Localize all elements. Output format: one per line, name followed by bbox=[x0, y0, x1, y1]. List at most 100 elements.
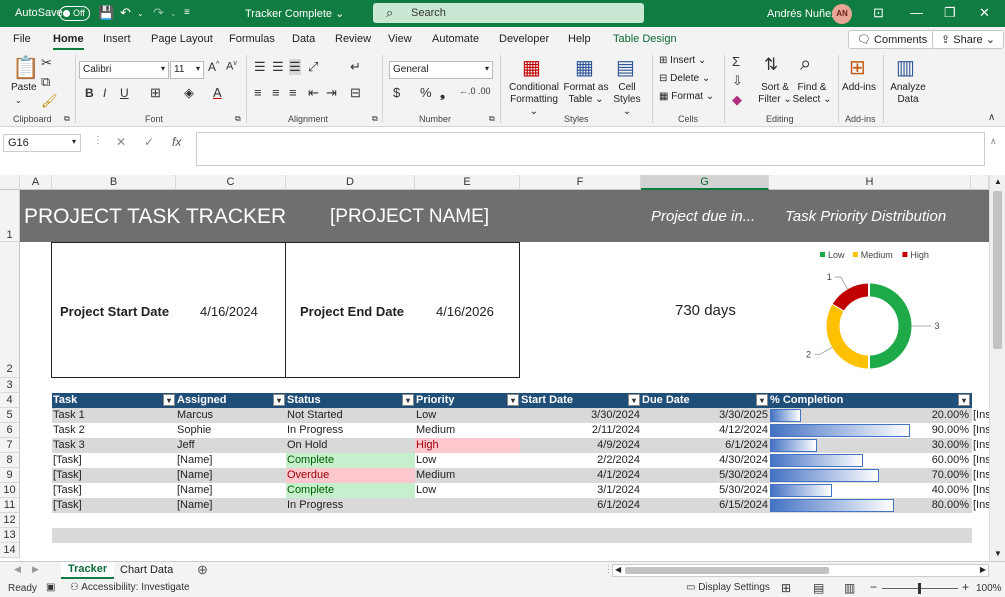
redo-dropdown-icon[interactable]: ⌄ bbox=[170, 9, 177, 18]
wrap-text-icon[interactable]: ↵ bbox=[350, 59, 361, 75]
cell-due-date[interactable]: 6/1/2024 bbox=[642, 439, 768, 451]
col-header-next[interactable] bbox=[971, 175, 989, 190]
filter-dropdown-icon[interactable]: ▾ bbox=[402, 394, 414, 406]
sort-filter-button[interactable]: Sort & Filter ⌄ bbox=[757, 82, 793, 106]
percent-icon[interactable]: % bbox=[420, 85, 432, 100]
cell-styles-icon[interactable]: ▤ bbox=[616, 55, 635, 80]
cell-completion[interactable]: 40.00% bbox=[770, 484, 969, 496]
cell-completion[interactable]: 90.00% bbox=[770, 424, 969, 436]
row-header-13[interactable]: 13 bbox=[0, 528, 20, 543]
filter-dropdown-icon[interactable]: ▾ bbox=[958, 394, 970, 406]
cell-status[interactable]: Complete bbox=[287, 454, 334, 466]
italic-icon[interactable]: I bbox=[103, 86, 106, 100]
dialog-launcher-icon[interactable]: ⧉ bbox=[64, 114, 70, 124]
analyze-data-button[interactable]: Analyze Data bbox=[888, 82, 928, 106]
table-row[interactable]: Task 3 Jeff On Hold High 4/9/2024 6/1/2024 30.… bbox=[52, 438, 991, 453]
row-header-11[interactable]: 11 bbox=[0, 498, 20, 513]
accessibility-indicator[interactable]: ⚇ Accessibility: Investigate bbox=[70, 582, 190, 593]
filter-dropdown-icon[interactable]: ▾ bbox=[163, 394, 175, 406]
insert-function-icon[interactable]: fx bbox=[172, 135, 181, 149]
merge-center-icon[interactable]: ⊟ bbox=[350, 85, 361, 101]
cell-start-date[interactable]: 2/11/2024 bbox=[521, 424, 640, 436]
cell-start-date[interactable]: 4/9/2024 bbox=[521, 439, 640, 451]
cell-start-date[interactable]: 3/1/2024 bbox=[521, 484, 640, 496]
comma-style-icon[interactable]: ❟ bbox=[440, 85, 445, 101]
cell-status[interactable]: In Progress bbox=[287, 499, 343, 511]
redo-icon[interactable]: ↷ bbox=[153, 5, 164, 21]
save-icon[interactable]: 💾 bbox=[98, 5, 114, 21]
undo-icon[interactable]: ↶ bbox=[120, 5, 131, 21]
customize-qat-icon[interactable]: ≡ bbox=[184, 7, 190, 18]
sheet-tab-chart-data[interactable]: Chart Data bbox=[120, 564, 173, 576]
cell-completion[interactable]: 20.00% bbox=[770, 409, 969, 421]
page-break-view-icon[interactable]: ▥ bbox=[844, 581, 855, 595]
cell-assigned[interactable]: Sophie bbox=[177, 424, 211, 436]
align-bottom-icon[interactable]: ☰ bbox=[289, 59, 301, 75]
row-header-1[interactable]: 1 bbox=[0, 190, 20, 242]
paste-icon[interactable]: 📋 bbox=[12, 55, 39, 81]
table-empty-row[interactable] bbox=[52, 528, 972, 543]
sheet-tab-tracker[interactable]: Tracker bbox=[61, 562, 115, 579]
cell-task[interactable]: [Task] bbox=[53, 484, 82, 496]
scroll-down-icon[interactable]: ▼ bbox=[994, 549, 1002, 558]
filter-dropdown-icon[interactable]: ▾ bbox=[273, 394, 285, 406]
analyze-data-icon[interactable]: ▥ bbox=[896, 55, 915, 80]
paste-dropdown-icon[interactable]: ⌄ bbox=[15, 95, 22, 107]
zoom-in-icon[interactable]: + bbox=[962, 580, 969, 594]
format-cells-button[interactable]: ▦ Format ⌄ bbox=[659, 91, 714, 103]
cell-completion[interactable]: 30.00% bbox=[770, 439, 969, 451]
cancel-icon[interactable]: ✕ bbox=[116, 135, 126, 149]
increase-font-icon[interactable]: A^ bbox=[208, 60, 219, 74]
table-row[interactable]: [Task] [Name] In Progress 6/1/2024 6/15/2024… bbox=[52, 498, 991, 513]
format-painter-icon[interactable]: 🖌 bbox=[41, 93, 58, 109]
undo-dropdown-icon[interactable]: ⌄ bbox=[137, 9, 144, 18]
autosave-toggle[interactable]: Off bbox=[59, 6, 90, 21]
row-header-3[interactable]: 3 bbox=[0, 378, 20, 393]
collapse-ribbon-icon[interactable]: ∧ bbox=[988, 112, 995, 123]
tab-view[interactable]: View bbox=[388, 33, 412, 45]
row-header-2[interactable]: 2 bbox=[0, 242, 20, 378]
tab-developer[interactable]: Developer bbox=[499, 33, 549, 45]
currency-icon[interactable]: $ bbox=[393, 85, 400, 100]
name-box[interactable]: G16 ▾ bbox=[3, 134, 81, 152]
row-header-9[interactable]: 9 bbox=[0, 468, 20, 483]
increase-decimal-icon[interactable]: ←.0 bbox=[459, 86, 476, 96]
add-sheet-icon[interactable]: ⊕ bbox=[197, 562, 208, 578]
comments-button[interactable]: 🗨 Comments bbox=[848, 30, 937, 49]
restore-icon[interactable]: ❐ bbox=[944, 5, 956, 21]
col-header-b[interactable]: B bbox=[52, 175, 176, 190]
cell-task[interactable]: [Task] bbox=[53, 469, 82, 481]
orientation-icon[interactable]: ⤢ bbox=[308, 59, 318, 75]
decrease-indent-icon[interactable]: ⇤ bbox=[308, 85, 319, 101]
donut-slice-low[interactable] bbox=[868, 283, 912, 369]
tab-review[interactable]: Review bbox=[335, 33, 371, 45]
cell-status[interactable]: Not Started bbox=[287, 409, 343, 421]
insert-cells-button[interactable]: ⊞ Insert ⌄ bbox=[659, 55, 706, 67]
col-header-h[interactable]: H bbox=[769, 175, 971, 190]
col-header-d[interactable]: D bbox=[286, 175, 415, 190]
search-box[interactable]: ⌕ Search bbox=[373, 3, 644, 23]
scroll-left-icon[interactable]: ◀ bbox=[615, 565, 621, 574]
dialog-launcher-icon[interactable]: ⧉ bbox=[372, 114, 378, 124]
zoom-slider-thumb[interactable] bbox=[918, 583, 921, 594]
cell-task[interactable]: [Task] bbox=[53, 499, 82, 511]
cell-task[interactable]: Task 2 bbox=[53, 424, 85, 436]
tab-formulas[interactable]: Formulas bbox=[229, 33, 275, 45]
start-date-box[interactable]: Project Start Date 4/16/2024 bbox=[51, 242, 286, 378]
col-header-c[interactable]: C bbox=[176, 175, 286, 190]
minimize-icon[interactable]: — bbox=[910, 5, 923, 20]
borders-icon[interactable]: ⊞ bbox=[150, 85, 161, 101]
tab-help[interactable]: Help bbox=[568, 33, 591, 45]
align-center-icon[interactable]: ≡ bbox=[272, 85, 280, 100]
autosum-icon[interactable]: Σ bbox=[732, 54, 740, 69]
addins-icon[interactable]: ⊞ bbox=[849, 55, 866, 80]
normal-view-icon[interactable]: ⊞ bbox=[781, 581, 791, 595]
col-header-e[interactable]: E bbox=[415, 175, 520, 190]
copy-icon[interactable]: ⧉ bbox=[41, 74, 50, 90]
increase-indent-icon[interactable]: ⇥ bbox=[326, 85, 337, 101]
next-sheet-icon[interactable]: ▶ bbox=[32, 564, 39, 575]
cell-status[interactable]: Overdue bbox=[287, 469, 329, 481]
tab-data[interactable]: Data bbox=[292, 33, 315, 45]
formula-input[interactable] bbox=[196, 132, 985, 166]
paste-label[interactable]: Paste bbox=[11, 82, 37, 94]
